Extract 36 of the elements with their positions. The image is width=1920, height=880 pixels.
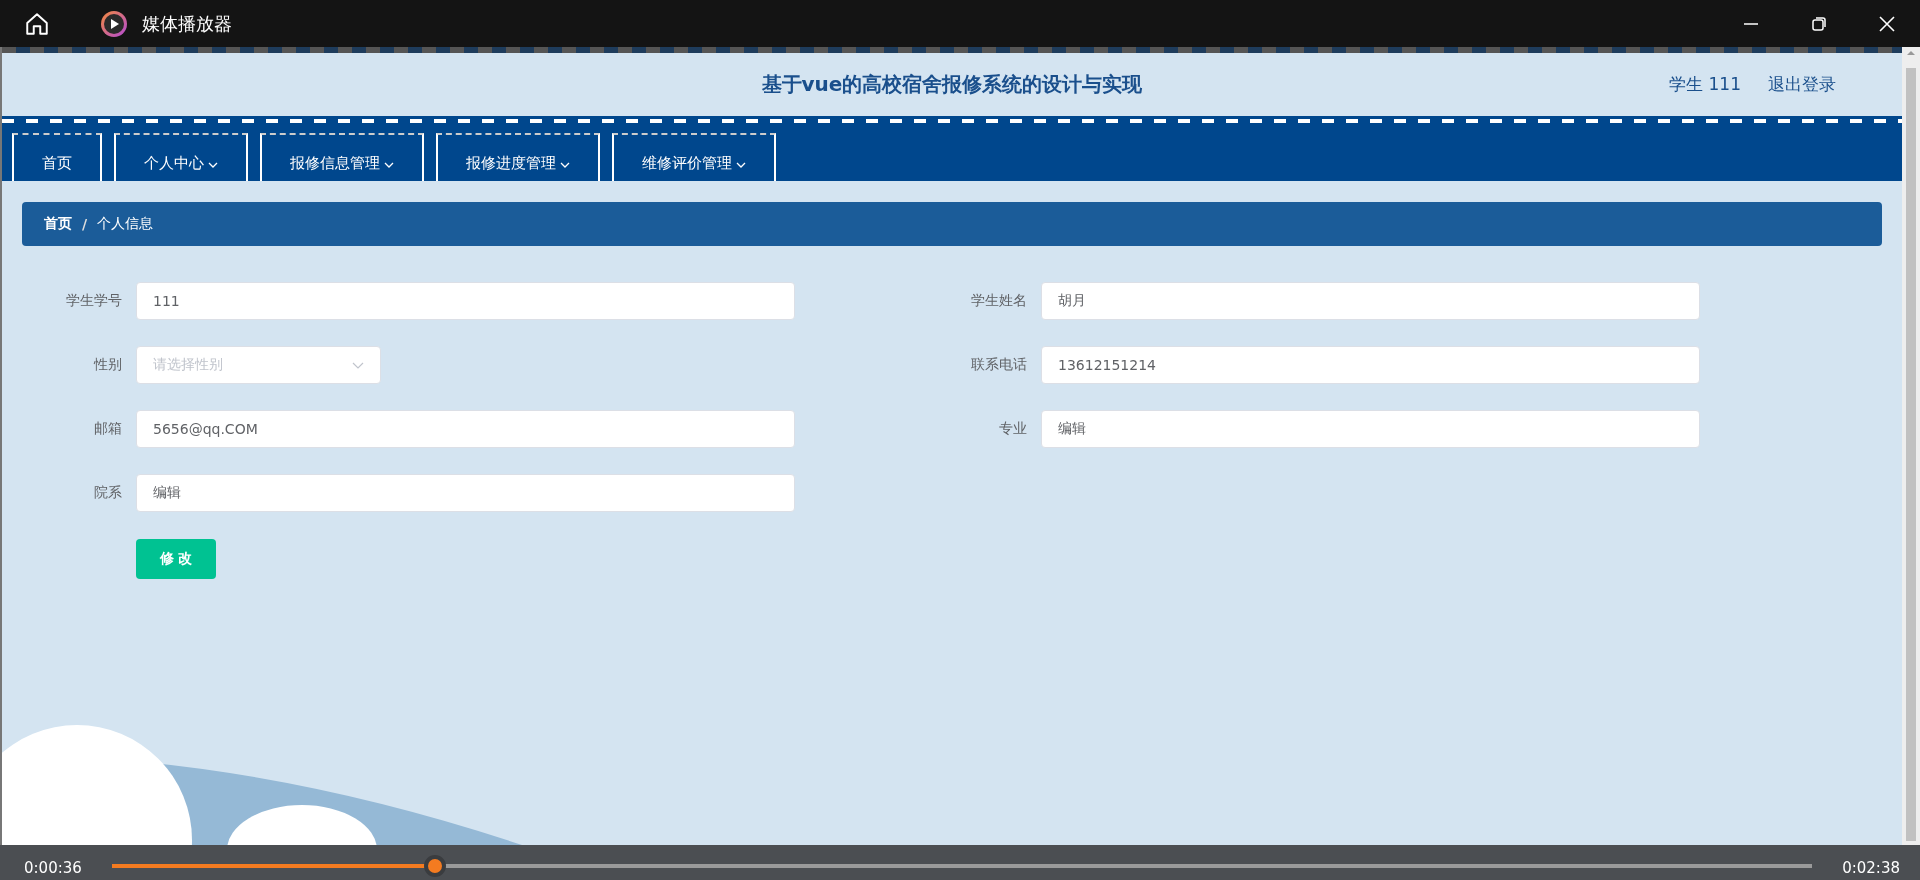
- breadcrumb-item[interactable]: 首页: [44, 215, 72, 233]
- nav-tab[interactable]: 报修信息管理: [260, 133, 424, 181]
- input-field[interactable]: 编辑: [136, 474, 795, 512]
- elapsed-time: 0:00:36: [24, 858, 82, 877]
- field-label: 性别: [92, 356, 122, 374]
- input-field[interactable]: 5656@qq.COM: [136, 410, 795, 448]
- input-field[interactable]: 111: [136, 282, 795, 320]
- nav-tab[interactable]: 报修进度管理: [436, 133, 600, 181]
- input-field[interactable]: 编辑: [1041, 410, 1700, 448]
- total-time: 0:02:38: [1842, 858, 1900, 877]
- field-label: 学生姓名: [970, 292, 1027, 310]
- home-icon[interactable]: [24, 10, 50, 37]
- seek-handle[interactable]: [423, 854, 446, 877]
- input-field[interactable]: 13612151214: [1041, 346, 1700, 384]
- window-title: 媒体播放器: [142, 11, 232, 36]
- field-label: 邮箱: [93, 420, 122, 438]
- scrollbar[interactable]: [1902, 47, 1920, 845]
- field-label: 院系: [93, 484, 122, 502]
- breadcrumb-separator: /: [82, 216, 88, 232]
- chevron-down-icon: [736, 160, 746, 170]
- chevron-down-icon: [384, 160, 394, 170]
- nav-tab[interactable]: 首页: [12, 133, 102, 181]
- logout-link[interactable]: 退出登录: [1768, 73, 1836, 96]
- breadcrumb-item: 个人信息: [97, 215, 154, 233]
- play-logo-icon: [100, 9, 128, 38]
- chevron-down-icon: [208, 160, 218, 170]
- field-label: 联系电话: [970, 356, 1027, 374]
- site-title: 基于vue的高校宿舍报修系统的设计与实现: [761, 72, 1143, 96]
- nav-tab[interactable]: 个人中心: [114, 133, 248, 181]
- chevron-down-icon: [560, 160, 570, 170]
- user-label: 学生 111: [1669, 73, 1741, 96]
- input-field[interactable]: 胡月: [1041, 282, 1700, 320]
- nav-tab[interactable]: 维修评价管理: [612, 133, 776, 181]
- field-label: 专业: [998, 420, 1027, 438]
- field-label: 学生学号: [65, 292, 122, 310]
- seek-bar[interactable]: [111, 854, 1813, 877]
